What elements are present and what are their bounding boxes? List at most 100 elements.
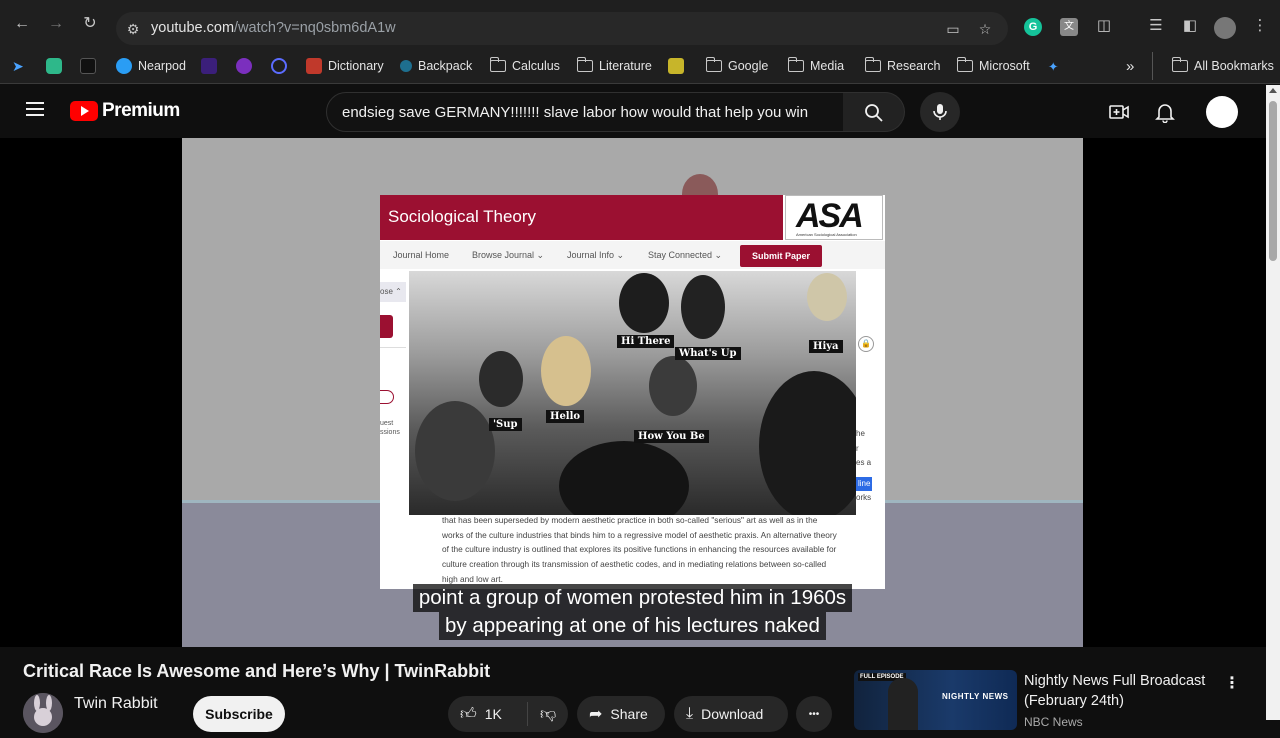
extensions-puzzle-icon[interactable]: ◫ xyxy=(1094,16,1114,36)
install-app-icon[interactable]: ▭ xyxy=(944,20,962,38)
search-button[interactable] xyxy=(843,92,905,132)
site-settings-icon[interactable]: ⚙ xyxy=(124,20,142,38)
channel-name[interactable]: Twin Rabbit xyxy=(74,695,158,713)
bookmark-star-icon[interactable]: ☆ xyxy=(976,20,994,38)
bookmark-folder-calculus[interactable]: Calculus xyxy=(489,56,560,76)
bookmark-green-icon[interactable] xyxy=(668,56,684,76)
side-panel-icon[interactable]: ◧ xyxy=(1180,16,1200,36)
speech-label: What's Up xyxy=(675,347,741,360)
speech-label: How You Be xyxy=(634,430,709,443)
bookmark-cursor-icon[interactable]: ➤ xyxy=(12,56,28,76)
download-button[interactable]: ⤓ Download xyxy=(674,696,788,732)
notifications-bell-icon[interactable] xyxy=(1154,101,1176,123)
nearpod-icon xyxy=(116,58,132,74)
journal-nav: Journal Home Browse Journal ⌄ Journal In… xyxy=(380,241,885,269)
recommended-video-thumbnail[interactable]: FULL EPISODE NIGHTLY NEWS xyxy=(854,670,1017,730)
speech-label: Hi There xyxy=(617,335,675,348)
profile-avatar-icon[interactable] xyxy=(1214,17,1236,39)
bookmarks-overflow-icon[interactable]: » xyxy=(1126,56,1134,76)
bookmark-d-icon[interactable] xyxy=(80,56,96,76)
caption-line: point a group of women protested him in … xyxy=(412,584,853,612)
journal-nav-home: Journal Home xyxy=(393,250,450,260)
bookmark-folder-media[interactable]: Media xyxy=(787,56,844,76)
share-arrow-icon: ➦ xyxy=(589,706,603,723)
scrollbar-thumb[interactable] xyxy=(1269,101,1277,261)
recommended-channel[interactable]: NBC News xyxy=(1024,715,1083,729)
address-bar[interactable]: ⚙ youtube.com/watch?v=nq0sbm6dA1w ▭ ☆ xyxy=(116,12,1008,45)
asa-logo: ASA American Sociological Association xyxy=(785,195,883,240)
bookmark-folder-microsoft[interactable]: Microsoft xyxy=(956,56,1030,76)
caption-line: by appearing at one of his lectures nake… xyxy=(439,612,826,640)
journal-header: Sociological Theory xyxy=(380,195,783,240)
bookmark-backpack[interactable]: Backpack xyxy=(400,56,472,76)
thumbnail-caption: NIGHTLY NEWS xyxy=(942,692,1009,701)
extension-icon[interactable]: 文 xyxy=(1060,18,1078,36)
side-text-fragment: uest ssions xyxy=(380,420,400,436)
speech-label: 'Sup xyxy=(489,418,522,431)
more-actions-button[interactable]: ••• xyxy=(796,696,832,732)
bookmark-q-icon[interactable] xyxy=(236,56,252,76)
grammarly-extension-icon[interactable]: G xyxy=(1024,18,1042,36)
bookmark-folder-research[interactable]: Research xyxy=(864,56,941,76)
search-icon xyxy=(865,104,883,122)
lock-icon: 🔒 xyxy=(858,336,874,352)
page-scrollbar[interactable] xyxy=(1266,85,1280,720)
video-player[interactable]: Sociological Theory ASA American Sociolo… xyxy=(0,138,1266,647)
folder-icon xyxy=(489,57,506,72)
person-figure xyxy=(807,273,847,321)
side-divider xyxy=(380,347,406,348)
browser-menu-icon[interactable]: ⋮ xyxy=(1250,16,1270,36)
folder-icon xyxy=(576,57,593,72)
bookmarks-bar: ➤ Nearpod Dictionary Backpack Calculus L… xyxy=(0,48,1280,84)
folder-icon xyxy=(864,57,881,72)
person-figure xyxy=(479,351,523,407)
recommended-video-title[interactable]: Nightly News Full Broadcast (February 24… xyxy=(1024,671,1214,711)
backpack-icon xyxy=(400,60,412,72)
account-avatar[interactable] xyxy=(1206,96,1238,128)
media-controls-icon[interactable]: ☰ xyxy=(1146,16,1166,36)
bookmark-folder-google[interactable]: Google xyxy=(705,56,768,76)
bookmark-folder-literature[interactable]: Literature xyxy=(576,56,652,76)
rabbit-avatar-icon xyxy=(23,693,63,733)
recommendation-menu-icon[interactable]: ⋮ xyxy=(1224,673,1240,693)
thumbs-down-icon[interactable]: 👎︎ xyxy=(528,705,556,724)
bookmark-blue-icon[interactable]: ✦ xyxy=(1048,56,1058,76)
bookmarks-divider xyxy=(1152,52,1153,80)
person-figure xyxy=(759,371,856,515)
speech-label: Hello xyxy=(546,410,585,423)
bookmark-purple-icon[interactable] xyxy=(201,56,217,76)
voice-search-button[interactable] xyxy=(920,92,960,132)
all-bookmarks[interactable]: All Bookmarks xyxy=(1171,56,1274,76)
download-icon: ⤓ xyxy=(686,705,694,722)
anchor-figure xyxy=(888,678,918,730)
back-arrow-icon[interactable]: ← xyxy=(12,14,32,34)
person-figure xyxy=(559,441,689,515)
bookmark-nearpod[interactable]: Nearpod xyxy=(116,56,186,76)
scroll-up-arrow-icon[interactable] xyxy=(1269,88,1277,93)
like-button[interactable]: 👍︎ 1K xyxy=(448,702,528,726)
reload-icon[interactable]: ↻ xyxy=(80,14,100,34)
bookmark-dictionary[interactable]: Dictionary xyxy=(306,56,384,76)
folder-icon xyxy=(956,57,973,72)
video-frame[interactable]: Sociological Theory ASA American Sociolo… xyxy=(182,138,1083,647)
thumbs-up-icon: 👍︎ xyxy=(460,705,477,723)
article-abstract: that has been superseded by modern aesth… xyxy=(442,515,837,584)
youtube-header: Premium endsieg save GERMANY!!!!!!! slav… xyxy=(0,85,1266,138)
forward-arrow-icon[interactable]: → xyxy=(46,14,66,34)
bookmark-shield-icon[interactable] xyxy=(46,56,62,76)
side-icon-fragment xyxy=(380,390,394,404)
folder-icon xyxy=(1171,57,1188,72)
person-figure xyxy=(681,275,725,339)
video-title: Critical Race Is Awesome and Here’s Why … xyxy=(23,661,491,681)
bookmark-circle-icon[interactable] xyxy=(271,56,287,76)
channel-avatar[interactable] xyxy=(23,693,63,733)
subscribe-button[interactable]: Subscribe xyxy=(193,696,285,732)
create-video-icon[interactable] xyxy=(1108,101,1130,123)
search-input[interactable]: endsieg save GERMANY!!!!!!! slave labor … xyxy=(326,92,844,132)
share-button[interactable]: ➦ Share xyxy=(577,696,665,732)
youtube-premium-logo[interactable]: Premium xyxy=(70,100,180,122)
journal-nav-connected: Stay Connected ⌄ xyxy=(648,250,723,260)
person-figure xyxy=(541,336,591,406)
dictionary-icon xyxy=(306,58,322,74)
hamburger-menu-icon[interactable] xyxy=(26,102,44,116)
